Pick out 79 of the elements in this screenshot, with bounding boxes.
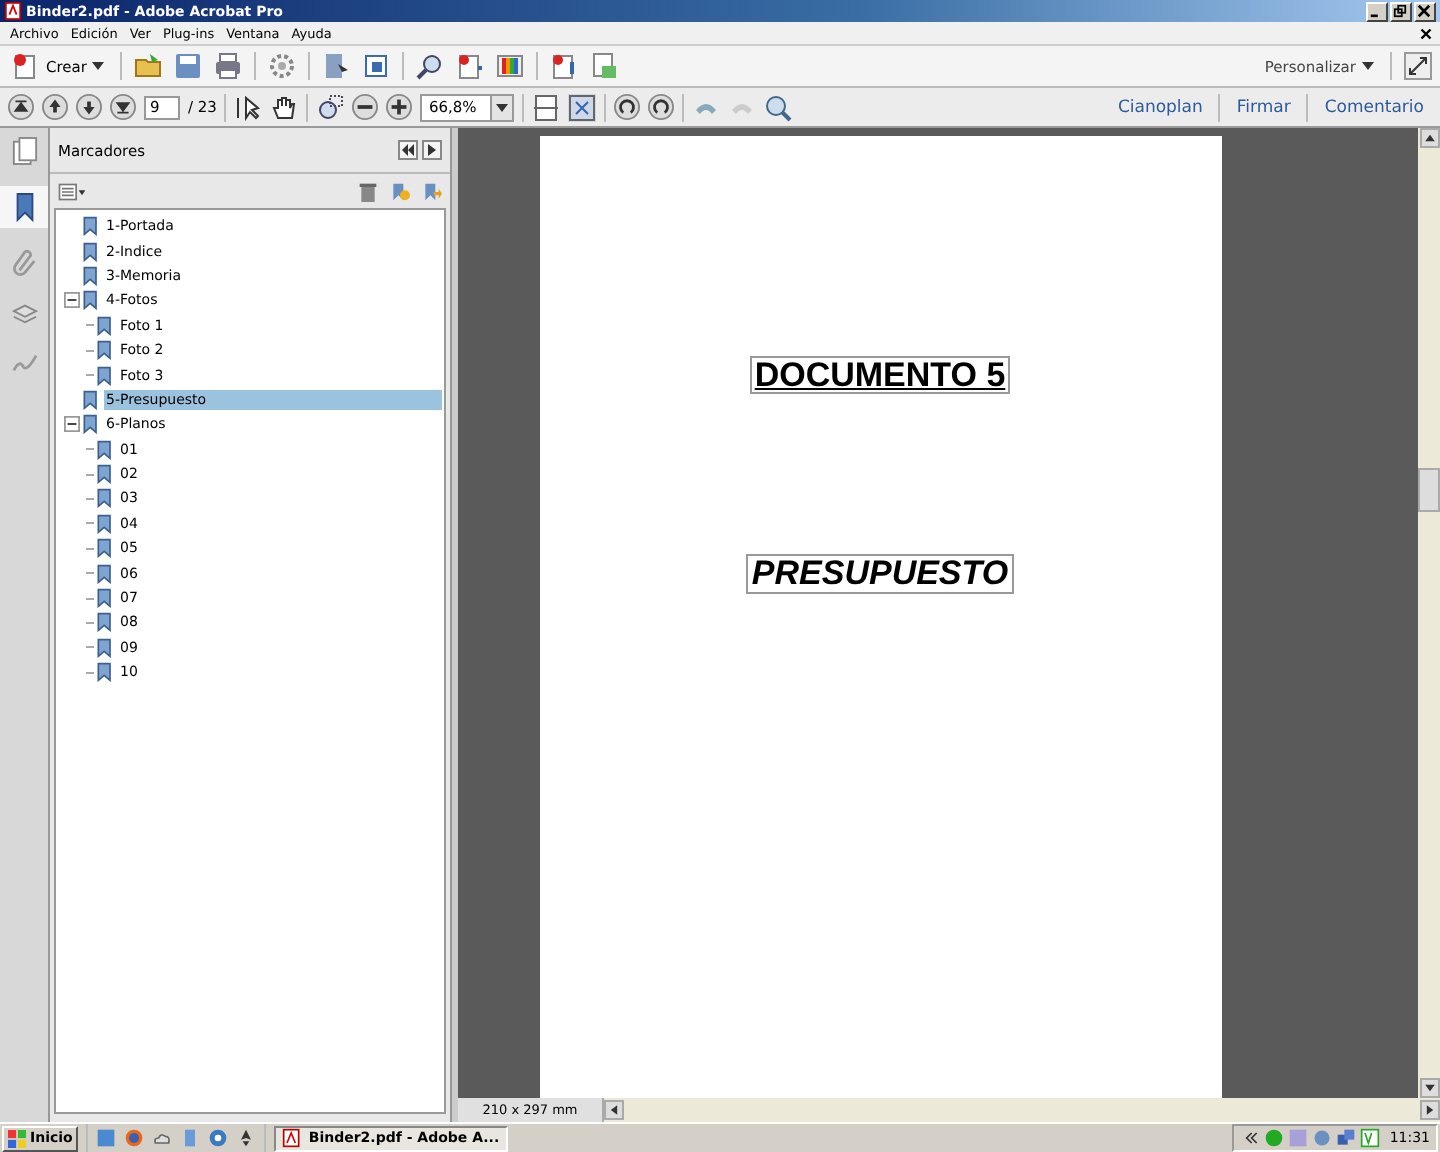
bookmark-icon bbox=[96, 365, 114, 386]
bookmark-icon bbox=[96, 315, 114, 336]
horizontal-scrollbar[interactable] bbox=[604, 1098, 1440, 1122]
page-icon[interactable] bbox=[550, 52, 579, 80]
bookmark-icon bbox=[82, 389, 100, 410]
bookmark-arrow-icon[interactable] bbox=[422, 181, 442, 201]
bookmark-icon bbox=[96, 538, 114, 559]
bookmark-icon bbox=[96, 488, 114, 509]
bookmark-icon bbox=[96, 340, 114, 361]
rotate-icon[interactable] bbox=[648, 94, 675, 120]
pdf-file-icon bbox=[4, 2, 22, 20]
tray-icon[interactable] bbox=[1359, 1128, 1380, 1148]
caret-icon[interactable] bbox=[496, 103, 509, 111]
fit-width-icon[interactable] bbox=[532, 93, 561, 121]
rotate-icon[interactable] bbox=[614, 94, 641, 120]
pages-icon[interactable] bbox=[11, 136, 37, 166]
vertical-scrollbar[interactable] bbox=[1418, 128, 1440, 1098]
fit-page-icon[interactable] bbox=[568, 93, 597, 121]
page-icon[interactable] bbox=[590, 52, 619, 80]
expand-button[interactable] bbox=[422, 140, 442, 160]
bookmark-icon bbox=[96, 612, 114, 633]
zoom-marquee-icon[interactable] bbox=[316, 93, 345, 121]
bookmark-icon bbox=[96, 588, 114, 609]
network-icon[interactable] bbox=[1335, 1128, 1356, 1148]
bookmark-icon bbox=[82, 290, 100, 311]
scroll-down-icon[interactable] bbox=[1419, 1078, 1439, 1098]
tree-toggle[interactable] bbox=[64, 416, 80, 433]
collapse-button[interactable] bbox=[398, 140, 418, 160]
page-icon[interactable] bbox=[456, 52, 485, 80]
zoom-out-icon[interactable] bbox=[352, 94, 379, 120]
save-icon[interactable] bbox=[174, 52, 203, 80]
scroll-up-icon[interactable] bbox=[1419, 128, 1439, 148]
document-icon[interactable] bbox=[322, 52, 351, 80]
caret-icon[interactable] bbox=[1362, 62, 1374, 70]
browser-icon[interactable] bbox=[124, 1128, 145, 1148]
print-icon[interactable] bbox=[214, 52, 243, 80]
panel-link[interactable]: Firmar bbox=[1228, 97, 1299, 117]
trash-icon[interactable] bbox=[358, 181, 378, 201]
pdf-file-icon[interactable] bbox=[282, 1128, 303, 1148]
bookmark-icon bbox=[82, 265, 100, 286]
bookmark-icon bbox=[96, 662, 114, 683]
magnifier-icon[interactable] bbox=[416, 52, 445, 80]
bookmark-icon bbox=[96, 563, 114, 584]
last-page-icon[interactable] bbox=[110, 94, 136, 120]
bookmark-icon bbox=[96, 439, 114, 460]
tree-toggle[interactable] bbox=[64, 292, 80, 309]
select-cursor-icon[interactable] bbox=[234, 93, 263, 121]
cloud-icon[interactable] bbox=[152, 1128, 173, 1148]
close-icon[interactable] bbox=[1420, 27, 1432, 39]
document-subheading: PRESUPUESTO bbox=[745, 554, 1015, 594]
windows-logo-icon[interactable] bbox=[8, 1129, 26, 1147]
new-bookmark-icon[interactable] bbox=[390, 181, 410, 201]
new-page-icon[interactable] bbox=[12, 52, 40, 80]
open-folder-icon[interactable] bbox=[134, 52, 163, 80]
gear-icon[interactable] bbox=[268, 52, 297, 80]
bookmark-icon bbox=[82, 241, 100, 262]
caret-icon[interactable] bbox=[92, 62, 105, 70]
bookmark-icon bbox=[82, 414, 100, 435]
scroll-thumb[interactable] bbox=[1418, 468, 1440, 512]
document-heading: DOCUMENTO 5 bbox=[750, 356, 1010, 394]
options-menu-icon[interactable] bbox=[58, 181, 86, 201]
first-page-icon[interactable] bbox=[8, 94, 34, 120]
scroll-right-icon[interactable] bbox=[1420, 1100, 1440, 1120]
globe-icon[interactable] bbox=[208, 1128, 229, 1148]
color-bars-icon[interactable] bbox=[496, 52, 525, 80]
zoom-in-icon[interactable] bbox=[386, 94, 413, 120]
panel-link[interactable]: Comentario bbox=[1316, 97, 1432, 117]
panel-link[interactable]: Cianoplan bbox=[1109, 97, 1211, 117]
bookmark-icon[interactable] bbox=[11, 192, 37, 222]
scroll-left-icon[interactable] bbox=[604, 1100, 624, 1120]
document-icon[interactable] bbox=[362, 52, 391, 80]
hand-icon[interactable] bbox=[270, 93, 299, 121]
bookmark-icon bbox=[96, 464, 114, 485]
expand-icon[interactable] bbox=[1404, 52, 1432, 80]
paperclip-icon[interactable] bbox=[11, 248, 37, 278]
search-icon[interactable] bbox=[764, 93, 793, 121]
bookmark-icon bbox=[96, 637, 114, 658]
bookmark-icon bbox=[82, 216, 100, 237]
bookmark-icon bbox=[96, 513, 114, 534]
